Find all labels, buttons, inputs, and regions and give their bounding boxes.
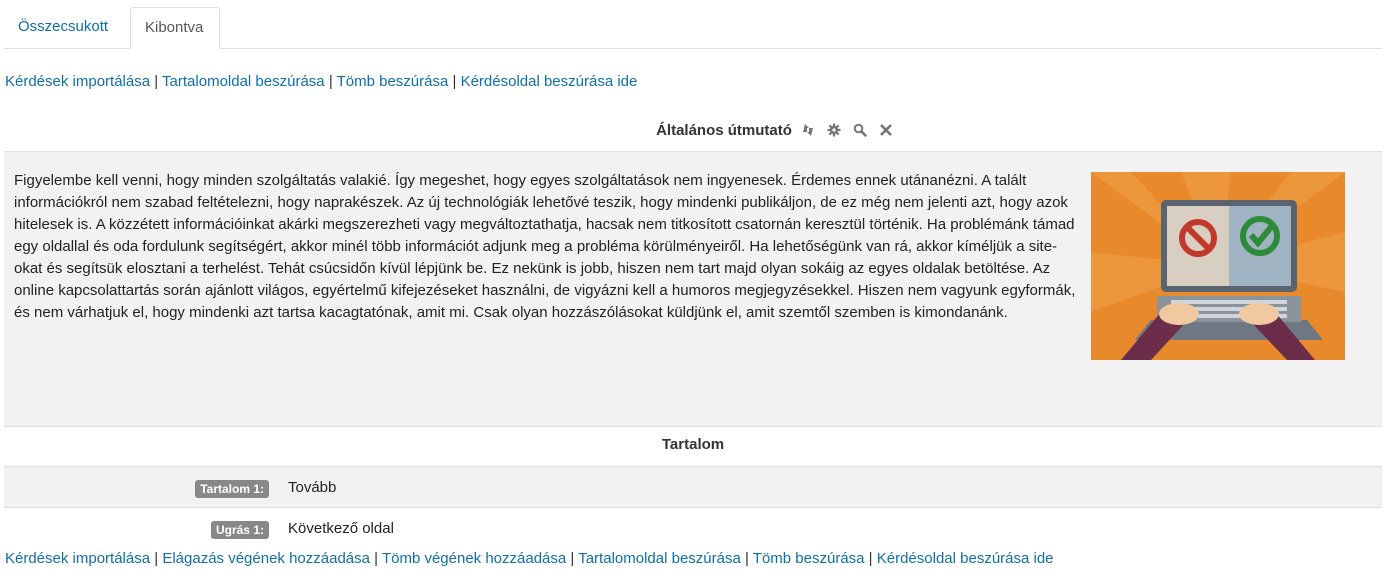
add-branch-end-link[interactable]: Elágazás végének hozzáadása: [162, 550, 370, 567]
laptop-do-dont-illustration: [1091, 172, 1345, 360]
content-row: Tartalom 1: Tovább: [4, 467, 1382, 508]
import-questions-link[interactable]: Kérdések importálása: [5, 73, 150, 90]
separator: |: [452, 73, 461, 90]
page-content-panel: Figyelembe kell venni, hogy minden szolg…: [4, 151, 1382, 427]
separator: |: [744, 550, 753, 567]
import-questions-link[interactable]: Kérdések importálása: [5, 550, 150, 567]
separator: |: [374, 550, 382, 567]
insert-content-page-link[interactable]: Tartalomoldal beszúrása: [578, 550, 741, 567]
separator: |: [328, 73, 337, 90]
jump-row: Ugrás 1: Következő oldal: [4, 508, 1382, 548]
close-icon[interactable]: [876, 120, 896, 140]
insert-question-page-link[interactable]: Kérdésoldal beszúrása ide: [461, 73, 638, 90]
jump-value: Következő oldal: [288, 520, 394, 537]
content-value: Tovább: [288, 479, 337, 496]
separator: |: [868, 550, 877, 567]
page-title: Általános útmutató: [656, 121, 792, 139]
move-icon[interactable]: [798, 120, 818, 140]
top-action-links: Kérdések importálása | Tartalomoldal bes…: [5, 73, 637, 90]
separator: |: [154, 73, 163, 90]
insert-cluster-link[interactable]: Tömb beszúrása: [753, 550, 865, 567]
insert-cluster-link[interactable]: Tömb beszúrása: [337, 73, 449, 90]
bottom-action-links: Kérdések importálása | Elágazás végének …: [5, 550, 1054, 567]
content-section-heading: Tartalom: [4, 426, 1382, 467]
page-title-bar: Általános útmutató: [0, 118, 1392, 142]
content-label-badge: Tartalom 1:: [195, 480, 269, 498]
tab-collapsed[interactable]: Összecsukott: [4, 7, 129, 47]
insert-question-page-link[interactable]: Kérdésoldal beszúrása ide: [877, 550, 1054, 567]
view-tabs: Összecsukott Kibontva: [4, 7, 1382, 49]
search-icon[interactable]: [850, 120, 870, 140]
insert-content-page-link[interactable]: Tartalomoldal beszúrása: [162, 73, 325, 90]
gear-icon[interactable]: [824, 120, 844, 140]
tab-expanded[interactable]: Kibontva: [130, 7, 220, 49]
jump-label-badge: Ugrás 1:: [210, 521, 269, 539]
page-body-text: Figyelembe kell venni, hogy minden szolg…: [14, 172, 1076, 321]
add-cluster-end-link[interactable]: Tömb végének hozzáadása: [382, 550, 566, 567]
